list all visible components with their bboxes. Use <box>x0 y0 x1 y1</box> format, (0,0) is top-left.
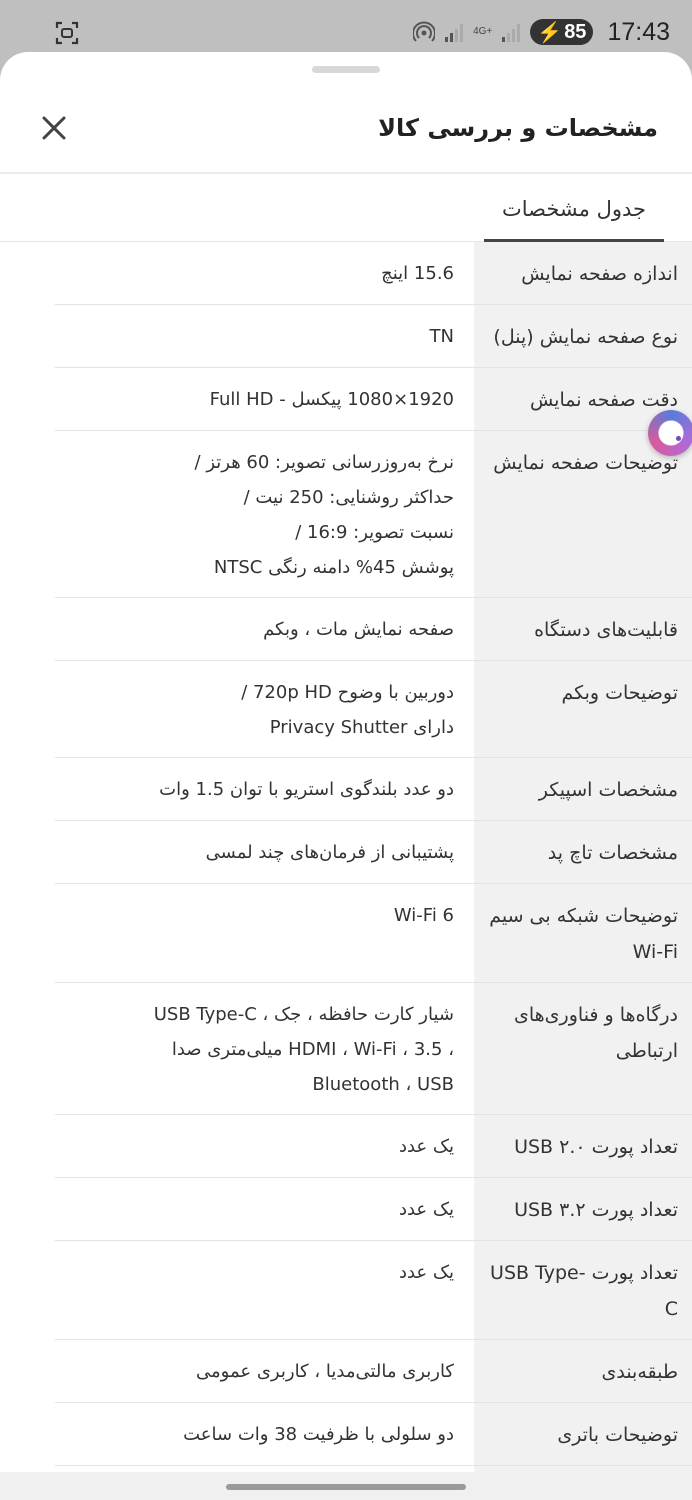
spec-value: کاربری مالتی‌مدیا ، کاربری عمومی <box>55 1340 474 1402</box>
spec-value-line: شیار کارت حافظه ، جک ، USB Type-C <box>153 1004 454 1025</box>
spec-value-line: دوربین با وضوح 720p HD / <box>241 682 454 703</box>
spec-label: تعداد پورت USB ۳.۲ <box>474 1178 692 1240</box>
spec-label: توضیحات وبکم <box>474 661 692 757</box>
spec-label: نوع صفحه نمایش (پنل) <box>474 305 692 367</box>
spec-row: تعداد پورت USB ۳.۲ یک عدد <box>55 1178 692 1241</box>
navigation-bar <box>0 1472 692 1500</box>
spec-row: دقت صفحه نمایش 1920×1080 پیکسل - Full HD <box>55 368 692 431</box>
spec-value-line: پشتیبانی از فرمان‌های چند لمسی <box>205 842 454 863</box>
spec-value: Wi-Fi 6 <box>55 884 474 982</box>
spec-value: یک عدد <box>55 1115 474 1177</box>
spec-value-line: نسبت تصویر: 16:9 / <box>295 522 454 543</box>
spec-value: 1920×1080 پیکسل - Full HD <box>55 368 474 430</box>
page-title: مشخصات و بررسی کالا <box>378 114 658 142</box>
spec-value-line: یک عدد <box>398 1199 454 1220</box>
spec-value-line: دو عدد بلندگوی استریو با توان 1.5 وات <box>159 779 454 800</box>
spec-value: یک عدد <box>55 1178 474 1240</box>
spec-row: مشخصات تاچ پد پشتیبانی از فرمان‌های چند ل… <box>55 821 692 884</box>
home-gesture-bar[interactable] <box>226 1484 466 1490</box>
battery-indicator: ⚡ 85 <box>530 19 594 45</box>
spec-value-line: TN <box>429 326 454 347</box>
battery-charging-icon: ⚡ <box>537 21 563 44</box>
clock: 17:43 <box>607 17 670 46</box>
spec-value-line: 15.6 اینچ <box>381 263 454 284</box>
signal-icon <box>502 24 521 42</box>
spec-row: قابلیت‌های دستگاه صفحه نمایش مات ، وبکم <box>55 598 692 661</box>
spec-value-line: حداکثر روشنایی: 250 نیت / <box>243 487 454 508</box>
network-type: 4G+ <box>473 26 493 37</box>
spec-value: 15.6 اینچ <box>55 242 474 304</box>
spec-label: قابلیت‌های دستگاه <box>474 598 692 660</box>
spec-value-line: دارای Privacy Shutter <box>269 717 454 738</box>
spec-row: درگاه‌ها و فناوری‌های ارتباطی شیار کارت ح… <box>55 983 692 1115</box>
spec-row: اندازه صفحه نمایش 15.6 اینچ <box>55 242 692 305</box>
spec-value: شیار کارت حافظه ، جک ، USB Type-C ، HDMI … <box>55 983 474 1114</box>
spec-label: تعداد پورت USB Type-C <box>474 1241 692 1339</box>
spec-value-line: 1920×1080 پیکسل - Full HD <box>209 389 454 410</box>
spec-value-line: یک عدد <box>398 1136 454 1157</box>
spec-value: صفحه نمایش مات ، وبکم <box>55 598 474 660</box>
signal-icon <box>445 24 464 42</box>
spec-value: پشتیبانی از فرمان‌های چند لمسی <box>55 821 474 883</box>
spec-row: نوع صفحه نمایش (پنل) TN <box>55 305 692 368</box>
spec-value-line: ، HDMI ، Wi-Fi ، 3.5 میلی‌متری صدا <box>171 1039 454 1060</box>
spec-value: دو سلولی با ظرفیت 38 وات ساعت <box>55 1403 474 1465</box>
spec-row: تعداد پورت USB Type-C یک عدد <box>55 1241 692 1340</box>
tab-bar: جدول مشخصات <box>0 176 692 242</box>
spec-table: اندازه صفحه نمایش 15.6 اینچ نوع صفحه نمایش… <box>0 242 692 1472</box>
sheet-header: مشخصات و بررسی کالا <box>0 88 692 174</box>
spec-row: توضیحات صفحه نمایش نرخ به‌روزرسانی تصویر:… <box>55 431 692 598</box>
spec-value-line: کاربری مالتی‌مدیا ، کاربری عمومی <box>196 1361 454 1382</box>
spec-value-line: پوشش 45% دامنه رنگی NTSC <box>213 557 454 578</box>
floating-assistant-button[interactable] <box>648 410 692 456</box>
spec-value-line: Wi-Fi 6 <box>393 905 454 926</box>
status-icons: 4G+ ⚡ 85 17:43 <box>413 14 670 50</box>
spec-label: تعداد پورت USB ۲.۰ <box>474 1115 692 1177</box>
spec-value-line: نرخ به‌روزرسانی تصویر: 60 هرتز / <box>194 452 454 473</box>
hotspot-icon <box>413 21 436 42</box>
spec-row: توضیحات وبکم دوربین با وضوح 720p HD / دارا… <box>55 661 692 758</box>
spec-row: مشخصات اسپیکر دو عدد بلندگوی استریو با تو… <box>55 758 692 821</box>
spec-value-line: صفحه نمایش مات ، وبکم <box>263 619 454 640</box>
spec-row: طبقه‌بندی کاربری مالتی‌مدیا ، کاربری عموم… <box>55 1340 692 1403</box>
tab-spec-table[interactable]: جدول مشخصات <box>484 176 664 242</box>
spec-row: توضیحات باتری دو سلولی با ظرفیت 38 وات سا… <box>55 1403 692 1466</box>
spec-value: TN <box>55 305 474 367</box>
spec-row: تعداد پورت USB ۲.۰ یک عدد <box>55 1115 692 1178</box>
spec-value-line: یک عدد <box>398 1262 454 1283</box>
spec-value-line: دو سلولی با ظرفیت 38 وات ساعت <box>183 1424 454 1445</box>
spec-label: مشخصات تاچ پد <box>474 821 692 883</box>
status-bar: 4G+ ⚡ 85 17:43 <box>0 0 692 60</box>
spec-label: طبقه‌بندی <box>474 1340 692 1402</box>
spec-row: توضیحات شبکه بی سیم Wi-Fi Wi-Fi 6 <box>55 884 692 983</box>
spec-value: یک عدد <box>55 1241 474 1339</box>
spec-label: توضیحات باتری <box>474 1403 692 1465</box>
battery-level: 85 <box>564 20 587 43</box>
bottom-sheet: مشخصات و بررسی کالا جدول مشخصات اندازه ص… <box>0 52 692 1472</box>
spec-value: دو عدد بلندگوی استریو با توان 1.5 وات <box>55 758 474 820</box>
spec-label: توضیحات شبکه بی سیم Wi-Fi <box>474 884 692 982</box>
screenshot-icon <box>55 21 79 45</box>
close-icon[interactable] <box>38 112 70 144</box>
spec-label: اندازه صفحه نمایش <box>474 242 692 304</box>
spec-value: نرخ به‌روزرسانی تصویر: 60 هرتز / حداکثر ر… <box>55 431 474 597</box>
drag-handle[interactable] <box>312 66 380 73</box>
spec-value: دوربین با وضوح 720p HD / دارای Privacy Sh… <box>55 661 474 757</box>
spec-label: درگاه‌ها و فناوری‌های ارتباطی <box>474 983 692 1114</box>
spec-value-line: Bluetooth ، USB <box>312 1074 454 1095</box>
assistant-icon <box>676 436 681 441</box>
spec-label: مشخصات اسپیکر <box>474 758 692 820</box>
spec-label: توضیحات صفحه نمایش <box>474 431 692 597</box>
